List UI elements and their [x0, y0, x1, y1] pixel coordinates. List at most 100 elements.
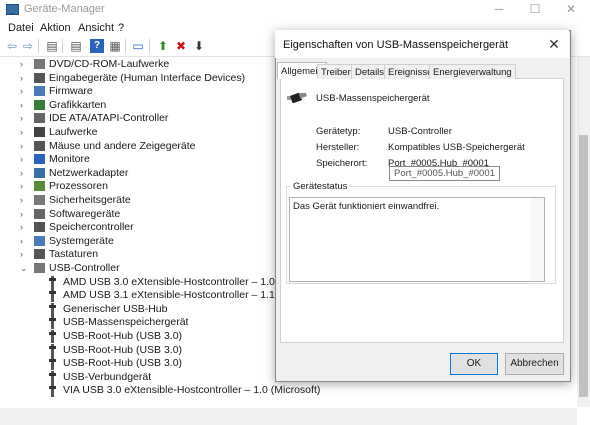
- category-icon: [34, 195, 45, 205]
- cancel-button[interactable]: Abbrechen: [505, 353, 564, 375]
- category-icon: [34, 167, 45, 178]
- category-label: DVD/CD-ROM-Laufwerke: [49, 58, 170, 70]
- category-icon: [34, 208, 45, 219]
- forward-arrow-icon[interactable]: ⇨: [21, 39, 35, 53]
- horizontal-scrollbar[interactable]: [0, 408, 577, 425]
- usb-device-icon: [48, 275, 57, 289]
- usb-device-label: AMD USB 3.1 eXtensible-Hostcontroller – …: [63, 289, 307, 302]
- category-icon: [34, 154, 45, 165]
- collapsed-chevron-icon[interactable]: ›: [20, 194, 28, 207]
- location-label: Speicherort:: [316, 158, 368, 169]
- usb-device-icon: [48, 357, 57, 371]
- category-icon: [34, 263, 45, 273]
- collapsed-chevron-icon[interactable]: ›: [20, 99, 28, 112]
- device-type-value: USB-Controller: [388, 126, 452, 137]
- usb-device-icon: [48, 384, 57, 398]
- device-manager-icon: [6, 4, 19, 15]
- usb-device-icon: [48, 370, 57, 384]
- menu-datei[interactable]: Datei: [8, 22, 34, 34]
- usb-device-icon: [48, 343, 57, 357]
- category-icon: [34, 127, 45, 137]
- tab-details[interactable]: Details: [351, 64, 389, 79]
- usb-device-icon: [48, 302, 57, 316]
- update-driver-icon[interactable]: ⬆: [156, 39, 170, 53]
- menu-aktion[interactable]: Aktion: [40, 22, 71, 34]
- collapsed-chevron-icon[interactable]: ›: [20, 153, 28, 166]
- collapsed-chevron-icon[interactable]: ›: [20, 167, 28, 180]
- collapsed-chevron-icon[interactable]: ›: [20, 126, 28, 139]
- category-label: Prozessoren: [49, 180, 108, 193]
- maximize-button[interactable]: ☐: [520, 1, 550, 17]
- category-icon: [34, 249, 45, 260]
- dialog-close-button[interactable]: ✕: [545, 35, 563, 53]
- window-title: Geräte-Manager: [24, 3, 105, 15]
- device-type-label: Gerätetyp:: [316, 126, 361, 137]
- category-label: Grafikkarten: [49, 98, 107, 111]
- close-button[interactable]: ✕: [556, 1, 586, 17]
- category-icon: [34, 113, 45, 124]
- category-label: Tastaturen: [49, 248, 99, 261]
- location-tooltip: Port_#0005.Hub_#0001: [389, 166, 500, 181]
- category-icon: [34, 140, 45, 151]
- collapsed-chevron-icon[interactable]: ›: [20, 85, 28, 98]
- category-label: Sicherheitsgeräte: [49, 194, 131, 206]
- usb-device-label: Generischer USB-Hub: [63, 302, 168, 315]
- menu-ansicht[interactable]: Ansicht: [78, 22, 114, 34]
- category-icon: [34, 86, 45, 97]
- manufacturer-value: Kompatibles USB-Speichergerät: [388, 142, 525, 153]
- status-scrollbar[interactable]: [531, 198, 544, 281]
- collapsed-chevron-icon[interactable]: ›: [20, 221, 28, 234]
- device-status-legend: Gerätestatus: [291, 181, 350, 192]
- category-label: Softwaregeräte: [49, 207, 121, 220]
- category-label: Eingabegeräte (Human Interface Devices): [49, 71, 246, 84]
- collapsed-chevron-icon[interactable]: ›: [20, 140, 28, 153]
- properties-icon[interactable]: ▤: [45, 39, 59, 53]
- manufacturer-label: Hersteller:: [316, 142, 360, 153]
- usb-device-icon: [48, 330, 57, 343]
- collapsed-chevron-icon[interactable]: ›: [20, 180, 28, 193]
- usb-plug-icon: [287, 93, 308, 103]
- view-icon[interactable]: ▦: [108, 39, 122, 53]
- category-icon: [34, 235, 45, 246]
- collapsed-chevron-icon[interactable]: ›: [20, 112, 28, 125]
- usb-device-icon: [48, 316, 57, 330]
- category-icon: [34, 59, 45, 69]
- category-icon: [34, 72, 45, 83]
- category-label: Speichercontroller: [49, 221, 134, 234]
- collapsed-chevron-icon[interactable]: ›: [20, 208, 28, 221]
- scrollbar-thumb[interactable]: [579, 135, 588, 397]
- collapsed-chevron-icon[interactable]: ›: [20, 248, 28, 261]
- toolbar-separator: [149, 39, 150, 53]
- category-label: Netzwerkadapter: [49, 166, 129, 179]
- category-icon: [34, 222, 45, 233]
- tab-energieverwaltung[interactable]: Energieverwaltung: [429, 64, 516, 79]
- expanded-chevron-icon[interactable]: ⌄: [20, 262, 28, 275]
- category-label: IDE ATA/ATAPI-Controller: [49, 112, 169, 125]
- toolbar-separator: [62, 39, 63, 53]
- help-icon[interactable]: ?: [90, 39, 104, 53]
- usb-device-label: USB-Massenspeichergerät: [63, 316, 189, 329]
- tab-treiber[interactable]: Treiber: [317, 64, 355, 79]
- download-icon[interactable]: ⬇: [192, 39, 206, 53]
- usb-device-icon: [48, 289, 57, 303]
- usb-device-label: USB-Root-Hub (USB 3.0): [63, 343, 183, 356]
- details-icon[interactable]: ▤: [69, 39, 83, 53]
- device-name: USB-Massenspeichergerät: [316, 93, 430, 104]
- collapsed-chevron-icon[interactable]: ›: [20, 72, 28, 85]
- monitor-icon[interactable]: ▭: [131, 39, 145, 53]
- toolbar-separator: [125, 39, 126, 53]
- back-arrow-icon[interactable]: ⇦: [5, 39, 19, 53]
- category-icon: [34, 99, 45, 110]
- category-label: Laufwerke: [49, 126, 98, 138]
- device-status-text: Das Gerät funktioniert einwandfrei.: [293, 201, 440, 212]
- category-label: Systemgeräte: [49, 234, 114, 247]
- menu-help[interactable]: ?: [118, 22, 124, 34]
- uninstall-icon[interactable]: ✖: [174, 39, 188, 53]
- usb-device-label: VIA USB 3.0 eXtensible-Hostcontroller – …: [63, 384, 321, 397]
- minimize-button[interactable]: ─: [484, 1, 514, 17]
- category-label: Mäuse und andere Zeigegeräte: [49, 139, 196, 152]
- ok-button[interactable]: OK: [450, 353, 498, 375]
- collapsed-chevron-icon[interactable]: ›: [20, 58, 28, 71]
- collapsed-chevron-icon[interactable]: ›: [20, 235, 28, 248]
- toolbar-separator: [38, 39, 39, 53]
